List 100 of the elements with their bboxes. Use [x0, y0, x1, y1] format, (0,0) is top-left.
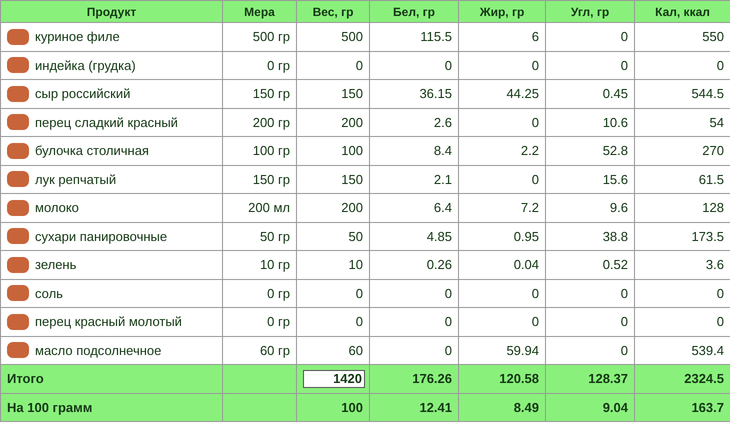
table-cell: 0 — [296, 51, 370, 80]
column-header: Мера — [222, 0, 296, 22]
table-cell: 6.4 — [370, 194, 458, 222]
table-cell: 200 мл — [222, 194, 296, 222]
table-cell: 128 — [634, 194, 730, 222]
table-cell: 0 гр — [222, 308, 296, 336]
table-cell: 8.4 — [370, 136, 458, 165]
table-cell: 36.15 — [370, 80, 458, 108]
table-cell: 7.2 — [458, 194, 546, 222]
table-cell: 200 — [296, 194, 370, 222]
product-name: лук репчатый — [35, 172, 116, 187]
table-cell: 0 — [634, 308, 730, 336]
table-cell: 120.58 — [458, 364, 546, 393]
weight-total-field[interactable]: 1420 — [303, 370, 365, 388]
table-cell: 4.85 — [370, 222, 458, 250]
product-name: молоко — [35, 200, 79, 216]
table-cell: 8.49 — [458, 393, 546, 422]
table-cell: 0 гр — [222, 279, 296, 308]
table-cell: 9.04 — [546, 393, 634, 422]
column-header: Кал, ккал — [634, 0, 730, 22]
table-cell: 0 — [634, 279, 730, 308]
table-cell: 0 — [546, 336, 634, 364]
product-name: масло подсолнечное — [35, 342, 162, 358]
table-cell: 100 — [296, 393, 370, 422]
table-cell: 2324.5 — [634, 364, 730, 393]
table-cell: 0.52 — [546, 250, 634, 279]
table-cell: 10 гр — [222, 250, 296, 279]
column-header: Продукт — [0, 0, 222, 22]
table-cell: 100 — [296, 136, 370, 165]
table-cell: 0 — [546, 308, 634, 336]
table-cell: 0.26 — [370, 250, 458, 279]
table-cell: 150 — [296, 80, 370, 108]
food-photo-placeholder — [7, 142, 29, 159]
table-cell: 200 — [296, 108, 370, 136]
table-cell: 59.94 — [458, 336, 546, 364]
table-cell: 0 — [370, 336, 458, 364]
table-cell: 50 — [296, 222, 370, 250]
table-cell: 60 — [296, 336, 370, 364]
food-photo-placeholder — [7, 200, 29, 216]
table-cell: 0 — [546, 51, 634, 80]
table-cell: 0 — [458, 165, 546, 194]
product-name: сухари панировочные — [35, 228, 168, 244]
table-cell: 15.6 — [546, 165, 634, 194]
product-name: индейка (грудка) — [35, 58, 136, 73]
table-cell: 50 гр — [222, 222, 296, 250]
product-name: зелень — [35, 257, 76, 272]
table-cell: 0 — [458, 51, 546, 80]
table-cell: 0 гр — [222, 51, 296, 80]
food-photo-placeholder — [7, 28, 29, 45]
table-cell: 10.6 — [546, 108, 634, 136]
table-cell: 0 — [296, 308, 370, 336]
table-cell: 200 гр — [222, 108, 296, 136]
table-cell: 0.45 — [546, 80, 634, 108]
table-cell: 173.5 — [634, 222, 730, 250]
table-cell: 176.26 — [370, 364, 458, 393]
table-cell: 0 — [458, 108, 546, 136]
table-cell: 163.7 — [634, 393, 730, 422]
table-cell: 44.25 — [458, 80, 546, 108]
product-name: перец сладкий красный — [35, 114, 178, 130]
table-cell: 0 — [458, 308, 546, 336]
table-cell: 54 — [634, 108, 730, 136]
table-cell: 0 — [458, 279, 546, 308]
product-name: булочка столичная — [35, 143, 149, 158]
table-cell: 61.5 — [634, 165, 730, 194]
table-cell: 544.5 — [634, 80, 730, 108]
table-cell: 12.41 — [370, 393, 458, 422]
table-cell: 60 гр — [222, 336, 296, 364]
food-photo-placeholder — [7, 86, 29, 102]
column-header: Жир, гр — [458, 0, 546, 22]
product-name: куриное филе — [35, 29, 120, 44]
food-photo-placeholder — [7, 57, 29, 74]
table-cell: 0.95 — [458, 222, 546, 250]
table-cell: 500 гр — [222, 22, 296, 51]
table-cell: 100 гр — [222, 136, 296, 165]
table-cell: 150 гр — [222, 80, 296, 108]
table-cell: 115.5 — [370, 22, 458, 51]
table-cell: 0 — [370, 308, 458, 336]
product-name: перец красный молотый — [35, 314, 182, 330]
product-name: соль — [35, 286, 63, 301]
table-cell: 0 — [546, 22, 634, 51]
food-photo-placeholder — [7, 285, 29, 302]
table-cell: 6 — [458, 22, 546, 51]
column-header: Бел, гр — [370, 0, 458, 22]
table-cell: 150 — [296, 165, 370, 194]
table-cell: 0 — [370, 279, 458, 308]
table-cell: 0.04 — [458, 250, 546, 279]
table-cell: 539.4 — [634, 336, 730, 364]
table-cell: 150 гр — [222, 165, 296, 194]
food-photo-placeholder — [7, 342, 29, 358]
table-cell: 550 — [634, 22, 730, 51]
table-cell: 38.8 — [546, 222, 634, 250]
table-cell: 0 — [634, 51, 730, 80]
food-photo-placeholder — [7, 171, 29, 188]
food-photo-placeholder — [7, 314, 29, 330]
column-header: Угл, гр — [546, 0, 634, 22]
table-cell: 2.6 — [370, 108, 458, 136]
table-cell: 0 — [370, 51, 458, 80]
table-cell: 2.2 — [458, 136, 546, 165]
food-photo-placeholder — [7, 114, 29, 130]
summary-label: Итого — [0, 364, 222, 393]
